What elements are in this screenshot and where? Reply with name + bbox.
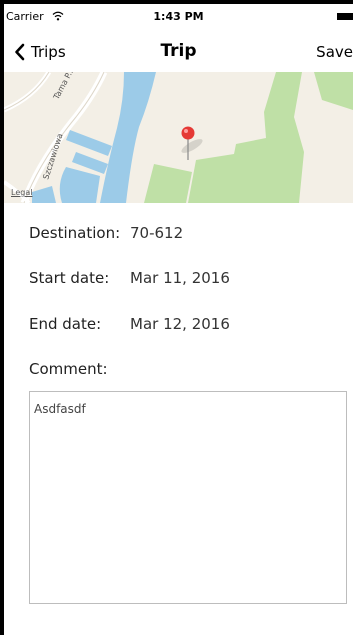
map-canvas: Tama P... Szczawiowa <box>4 72 353 203</box>
comment-textarea[interactable]: Asdfasdf <box>29 391 347 604</box>
destination-label: Destination: <box>29 224 121 242</box>
start-date-label: Start date: <box>29 269 110 287</box>
status-time: 1:43 PM <box>153 10 204 23</box>
page-title: Trip <box>160 41 197 61</box>
end-date-value[interactable]: Mar 12, 2016 <box>130 315 230 333</box>
end-date-label: End date: <box>29 315 102 333</box>
end-date-row[interactable]: End date: Mar 12, 2016 <box>29 315 230 333</box>
start-date-row[interactable]: Start date: Mar 11, 2016 <box>29 269 230 287</box>
save-button[interactable]: Save <box>316 43 353 61</box>
destination-row: Destination: 70-612 <box>29 224 183 242</box>
destination-value: 70-612 <box>130 224 184 242</box>
map-pin-icon[interactable] <box>180 126 205 161</box>
comment-text: Asdfasdf <box>34 402 86 416</box>
battery-icon <box>337 13 353 20</box>
status-bar: Carrier 1:43 PM <box>4 4 353 32</box>
map-legal-link[interactable]: Legal <box>11 188 32 197</box>
start-date-value[interactable]: Mar 11, 2016 <box>130 269 230 287</box>
street-label-1: Tama P... <box>51 72 76 102</box>
navigation-bar: Trips Trip Save <box>4 32 353 72</box>
comment-label: Comment: <box>29 360 108 378</box>
map-view[interactable]: Tama P... Szczawiowa Legal <box>4 72 353 203</box>
